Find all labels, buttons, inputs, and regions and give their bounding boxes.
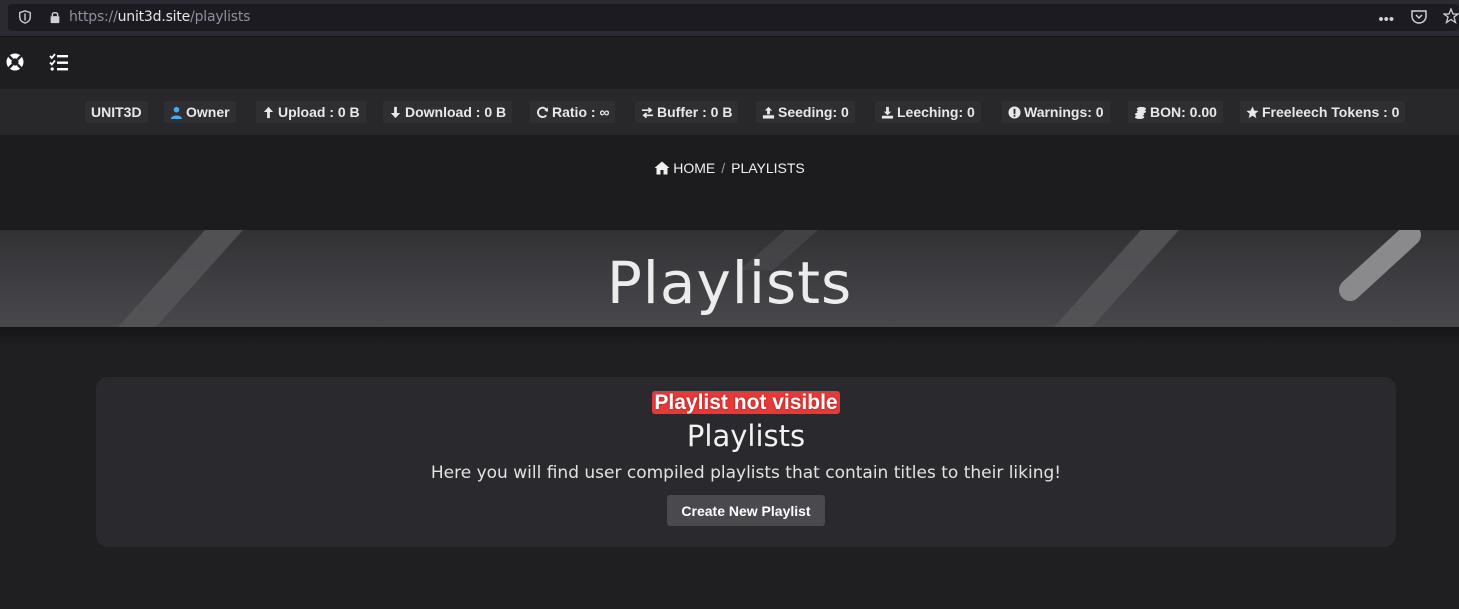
bon-label: BON: 0.00 [1150,104,1217,120]
warnings-stat[interactable]: Warnings: 0 [1002,101,1110,123]
annotation-callout: Playlist not visible [96,391,1396,415]
download-stat[interactable]: Download : 0 B [383,101,513,123]
breadcrumb: HOME / PLAYLISTS [0,160,1459,176]
bon-stat[interactable]: BON: 0.00 [1128,101,1223,123]
exchange-icon [641,107,654,119]
star-icon[interactable] [1442,7,1459,28]
user-stats-bar: UNIT3D Owner Upload : 0 B Download : 0 B… [0,89,1459,135]
user-group-badge[interactable]: Owner [164,101,236,123]
leeching-label: Leeching: 0 [897,104,975,120]
site-brand-label: UNIT3D [91,104,142,120]
shield-icon[interactable] [18,10,32,24]
seeding-stat[interactable]: Seeding: 0 [756,101,855,123]
more-actions-button[interactable]: ••• [1378,11,1394,28]
upload-label: Upload : 0 B [278,104,360,120]
breadcrumb-area: HOME / PLAYLISTS [0,135,1459,230]
breadcrumb-current[interactable]: PLAYLISTS [731,160,805,176]
ratio-label: Ratio : ∞ [552,104,610,120]
download-label: Download : 0 B [405,104,507,120]
upload-icon [762,106,775,119]
home-icon [654,161,670,175]
buffer-label: Buffer : 0 B [657,104,733,120]
seeding-label: Seeding: 0 [778,104,849,120]
breadcrumb-separator: / [721,160,726,176]
annotation-text: Playlist not visible [652,391,840,414]
ratio-stat[interactable]: Ratio : ∞ [530,101,616,123]
freeleech-tokens-stat[interactable]: Freeleech Tokens : 0 [1240,101,1406,123]
star-icon [1246,106,1259,119]
url-text[interactable]: https://unit3d.site/playlists [69,9,250,25]
site-brand-link[interactable]: UNIT3D [85,101,148,123]
download-icon [881,106,894,119]
buffer-stat[interactable]: Buffer : 0 B [635,101,739,123]
coins-icon [1134,106,1147,119]
checklist-icon[interactable] [49,52,69,72]
exclamation-icon [1008,106,1021,119]
address-bar-actions: ••• [1366,7,1459,28]
create-playlist-button[interactable]: Create New Playlist [667,495,825,526]
card-title: Playlists [686,419,806,453]
refresh-icon [537,106,549,118]
user-icon [170,106,183,119]
card-description: Here you will find user compiled playlis… [430,463,1062,483]
lock-icon[interactable] [48,10,62,24]
warnings-label: Warnings: 0 [1024,104,1104,120]
freeleech-label: Freeleech Tokens : 0 [1262,104,1400,120]
upload-stat[interactable]: Upload : 0 B [256,101,366,123]
page-title: Playlists [606,249,853,317]
breadcrumb-home-label: HOME [673,160,716,176]
page-banner: Playlists [0,230,1459,327]
breadcrumb-home[interactable]: HOME [654,160,715,176]
arrow-up-icon [263,106,274,119]
arrow-down-icon [390,106,401,119]
browser-toolbar: https://unit3d.site/playlists ••• [0,0,1459,37]
leeching-stat[interactable]: Leeching: 0 [875,101,981,123]
playlists-card: Playlist not visible Playlists Here you … [96,377,1396,547]
life-ring-icon[interactable] [5,52,25,72]
site-top-bar [0,37,1459,89]
address-bar[interactable]: https://unit3d.site/playlists ••• [8,4,1459,31]
pocket-icon[interactable] [1410,10,1427,28]
banner-shadow [0,327,1459,347]
owner-label: Owner [186,104,230,120]
